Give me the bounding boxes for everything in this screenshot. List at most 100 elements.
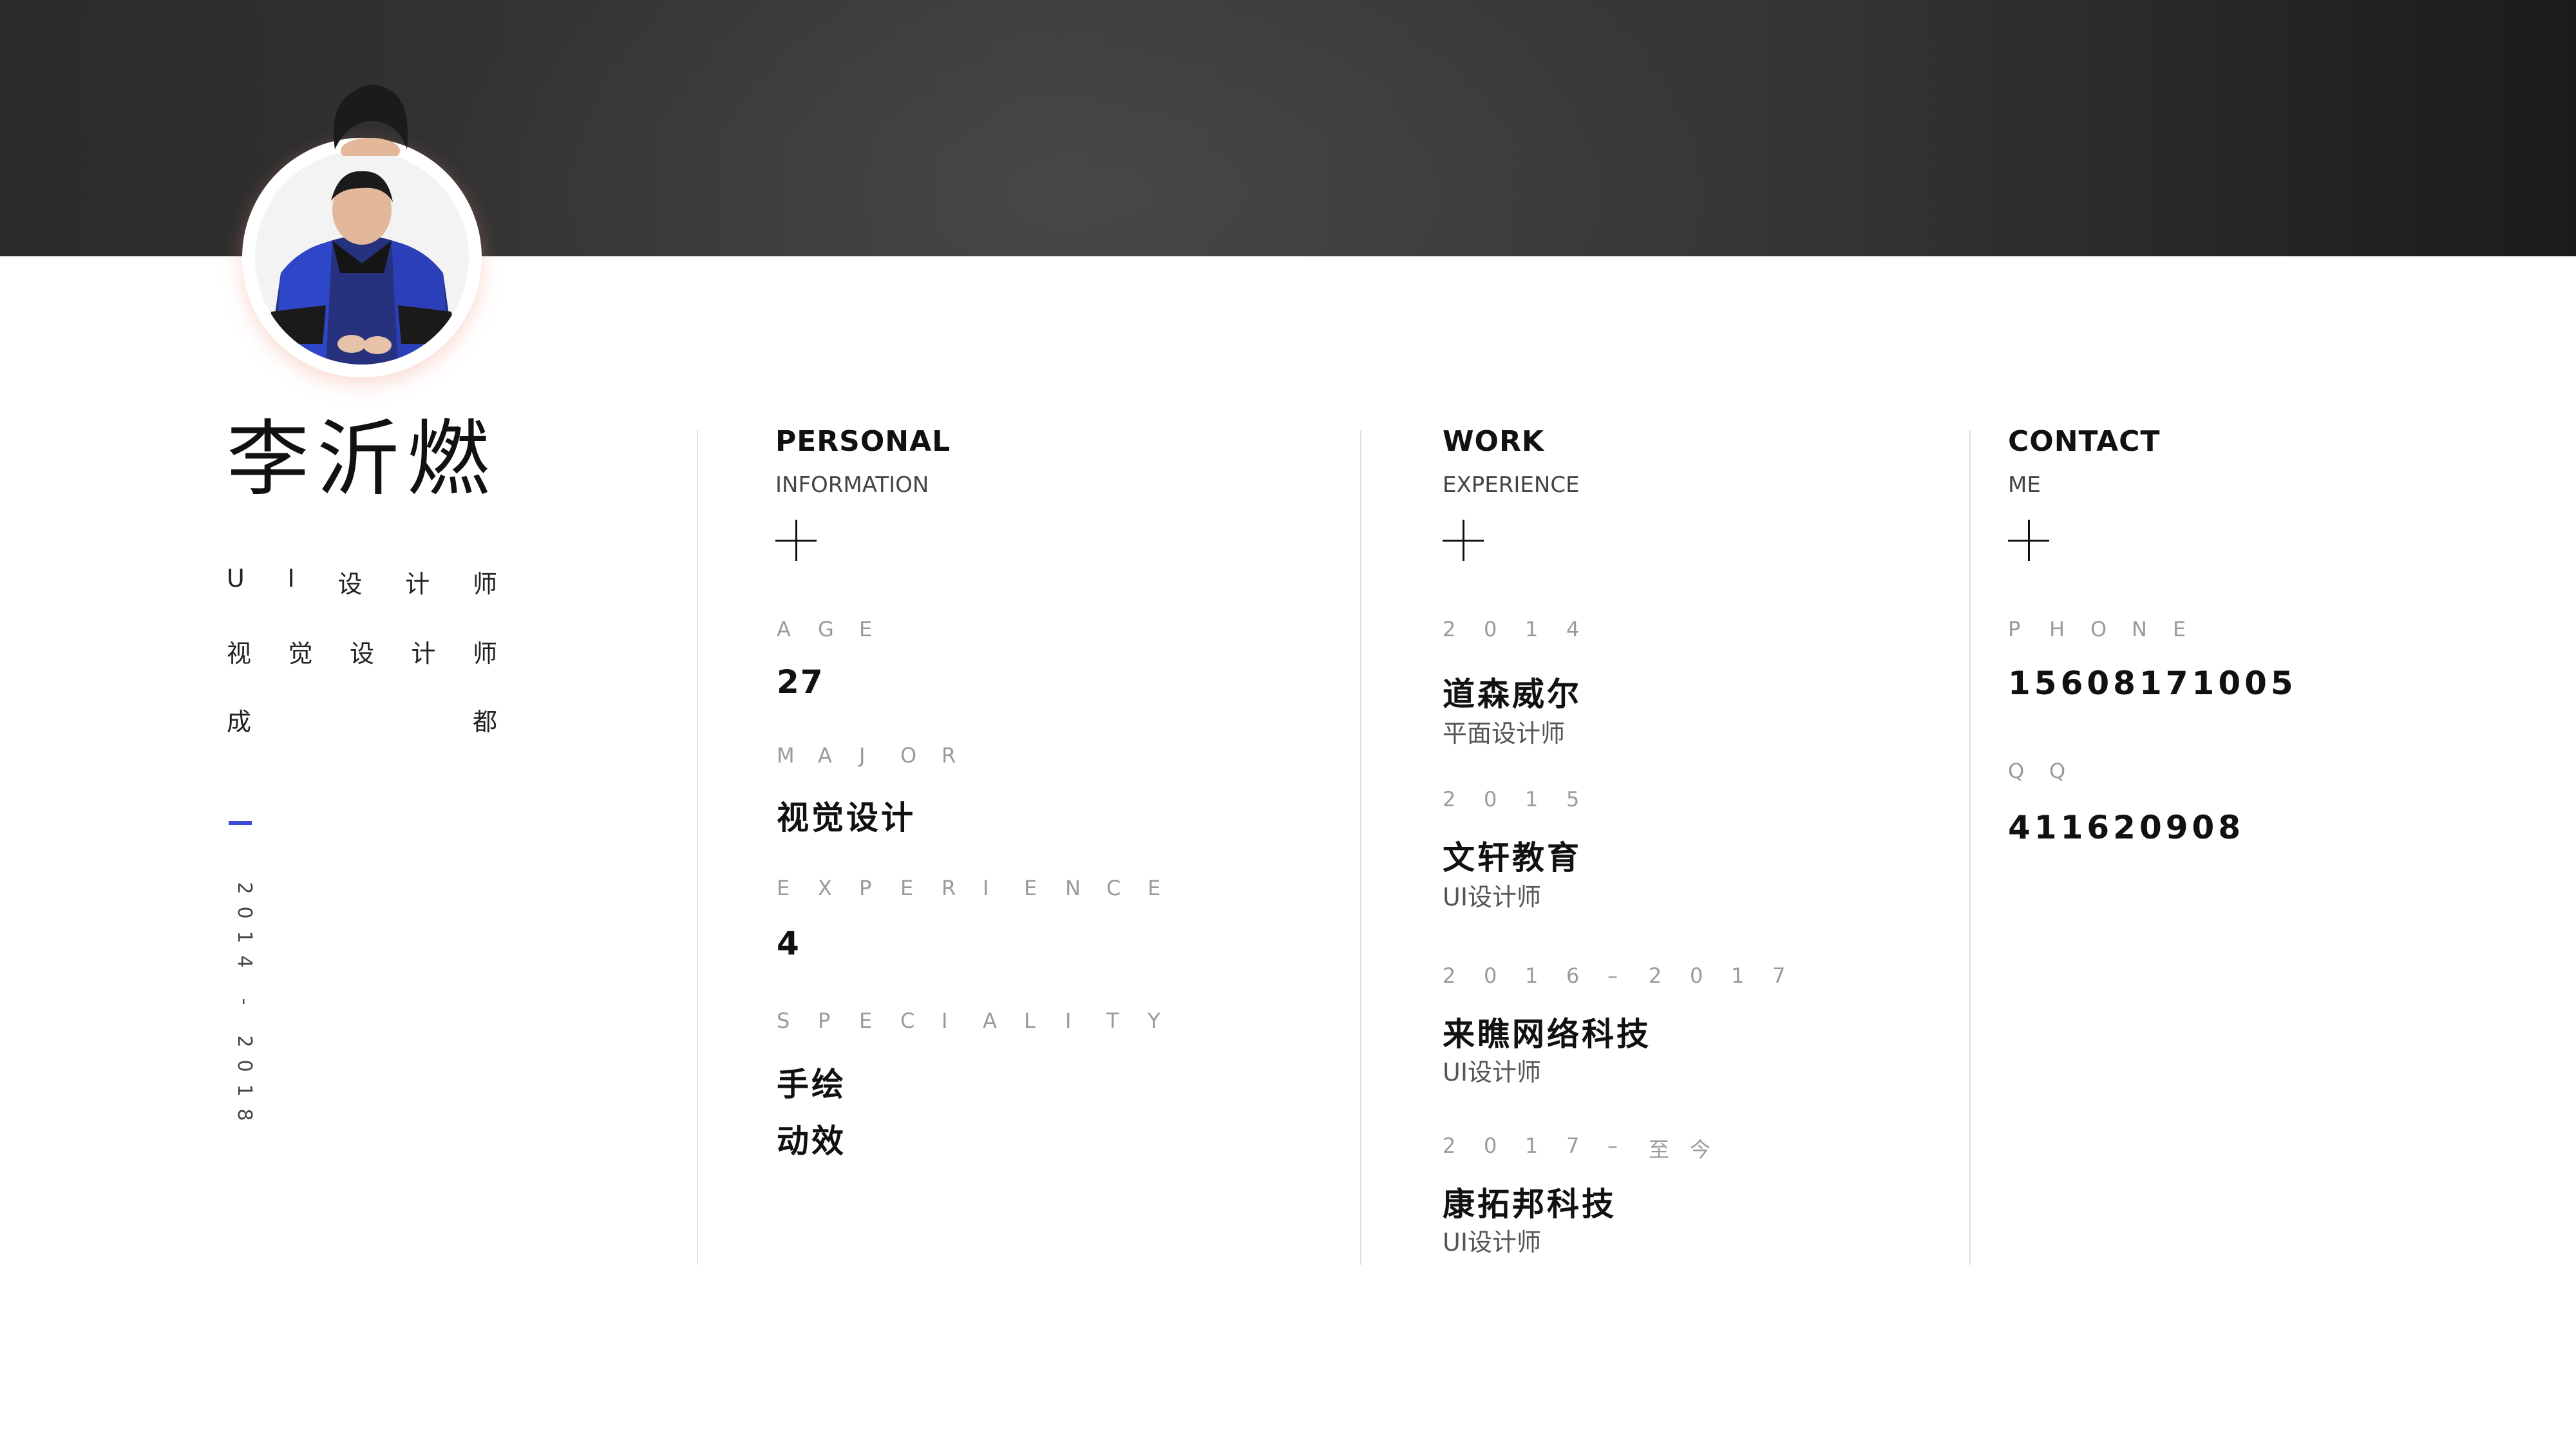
person-name: 李沂燃 — [227, 412, 498, 507]
period-char: 至 — [1649, 1137, 1670, 1162]
label-char: A — [777, 617, 791, 641]
year-char: 4 — [233, 955, 256, 968]
job-title-visual-designer: 视 觉 设 计 师 — [227, 634, 497, 669]
work-role: 平面设计师 — [1443, 719, 1566, 748]
work-period: 2 0 1 4 — [1443, 617, 1607, 641]
accent-bar — [229, 821, 252, 825]
title-char: 计 — [411, 639, 436, 668]
label-char: O — [900, 743, 917, 768]
title-char: 觉 — [288, 639, 313, 668]
year-char: - — [233, 998, 256, 1005]
label-char: J — [859, 743, 866, 768]
label-char: A — [983, 1009, 997, 1033]
experience-value: 4 — [777, 925, 800, 962]
work-header: WORK EXPERIENCE — [1443, 425, 1580, 561]
speciality-label: S P E C I A L I T Y — [777, 1009, 1189, 1033]
column-divider — [697, 430, 698, 1265]
age-value: 27 — [777, 663, 824, 701]
plus-icon — [2008, 520, 2049, 561]
period-char: 今 — [1690, 1137, 1711, 1162]
period-char: 5 — [1566, 787, 1580, 811]
period-char: 1 — [1525, 787, 1539, 811]
work-role: UI设计师 — [1443, 1058, 1542, 1086]
period-char: 0 — [1690, 963, 1703, 988]
work-company: 康拓邦科技 — [1443, 1186, 1616, 1223]
period-char: 2 — [1443, 787, 1456, 811]
label-char: M — [777, 743, 795, 768]
period-char: 4 — [1566, 617, 1580, 641]
label-char: R — [942, 743, 956, 768]
year-char: 0 — [233, 1059, 256, 1072]
label-char: P — [859, 876, 872, 900]
period-char: 0 — [1484, 963, 1497, 988]
speciality-value: 手绘 — [777, 1066, 846, 1103]
label-char: E — [777, 876, 790, 900]
work-period: 2 0 1 5 — [1443, 787, 1607, 811]
period-char: 0 — [1484, 617, 1497, 641]
title-char: U — [227, 564, 245, 592]
career-years-vertical: 2 0 1 4 - 2 0 1 8 — [229, 876, 256, 1127]
personal-header: PERSONAL INFORMATION — [775, 425, 951, 561]
label-char: I — [942, 1009, 948, 1033]
title-char: 设 — [337, 570, 363, 598]
label-char: E — [900, 876, 914, 900]
period-char: – — [1607, 963, 1618, 988]
period-char: 2 — [1443, 617, 1456, 641]
label-char: Q — [2049, 759, 2066, 783]
title-char: 师 — [472, 639, 497, 668]
work-role: UI设计师 — [1443, 1228, 1542, 1256]
label-char: Y — [1148, 1009, 1160, 1033]
label-char: G — [818, 617, 834, 641]
plus-icon — [775, 520, 817, 561]
year-char: 0 — [233, 906, 256, 919]
label-char: C — [1106, 876, 1121, 900]
major-label: M A J O R — [777, 743, 983, 768]
location-char: 成 — [227, 708, 252, 736]
qq-label: Q Q — [2008, 759, 2090, 783]
label-char: P — [818, 1009, 831, 1033]
label-char: I — [983, 876, 989, 900]
phone-value[interactable]: 15608171005 — [2008, 665, 2297, 702]
title-char: 计 — [405, 570, 430, 598]
phone-label: P H O N E — [2008, 617, 2214, 641]
experience-label: E X P E R I E N C E — [777, 876, 1189, 900]
year-char: 2 — [233, 1035, 256, 1048]
speciality-value: 动效 — [777, 1122, 846, 1160]
age-label: A G E — [777, 617, 900, 641]
period-char: 7 — [1772, 963, 1786, 988]
contact-subtitle: ME — [2008, 472, 2041, 498]
qq-value[interactable]: 411620908 — [2008, 809, 2244, 846]
year-char: 2 — [233, 882, 256, 895]
period-char: 7 — [1566, 1133, 1580, 1158]
personal-subtitle: INFORMATION — [775, 472, 929, 498]
plus-icon — [1443, 520, 1484, 561]
label-char: N — [1065, 876, 1081, 900]
column-divider — [1360, 430, 1361, 1265]
title-char: 师 — [472, 570, 497, 598]
avatar — [255, 151, 469, 365]
work-company: 文轩教育 — [1443, 839, 1582, 876]
label-char: S — [777, 1009, 790, 1033]
major-value: 视觉设计 — [777, 799, 916, 837]
contact-header: CONTACT ME — [2008, 425, 2160, 561]
work-period: 2 0 1 7 – 至 今 — [1443, 1133, 1731, 1163]
label-char: E — [2173, 617, 2186, 641]
work-subtitle: EXPERIENCE — [1443, 472, 1580, 498]
label-char: I — [1065, 1009, 1072, 1033]
location: 成 都 — [227, 702, 497, 737]
period-char: 1 — [1525, 617, 1539, 641]
period-char: 0 — [1484, 787, 1497, 811]
label-char: O — [2090, 617, 2107, 641]
location-char: 都 — [472, 708, 497, 736]
period-char: 1 — [1731, 963, 1745, 988]
year-char: 8 — [233, 1108, 256, 1121]
label-char: Q — [2008, 759, 2025, 783]
contact-title: CONTACT — [2008, 425, 2161, 458]
label-char: E — [1024, 876, 1037, 900]
work-company: 道森威尔 — [1443, 676, 1582, 713]
label-char: X — [818, 876, 832, 900]
label-char: R — [942, 876, 956, 900]
title-char: I — [287, 564, 295, 592]
work-period: 2 0 1 6 – 2 0 1 7 — [1443, 963, 1814, 988]
work-company: 来瞧网络科技 — [1443, 1016, 1651, 1053]
